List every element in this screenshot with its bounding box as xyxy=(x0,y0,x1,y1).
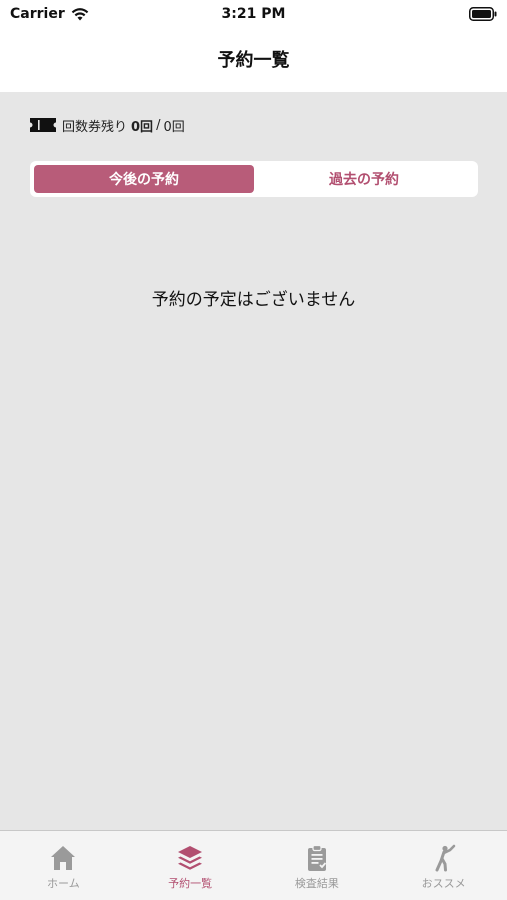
ticket-summary: 回数券残り 0回 / 0回 xyxy=(30,115,185,135)
tab-home[interactable]: ホーム xyxy=(0,831,127,900)
home-icon xyxy=(51,846,76,870)
ticket-remaining: 0回 xyxy=(131,119,154,135)
ticket-icon xyxy=(30,118,56,132)
tab-home-label: ホーム xyxy=(47,877,80,890)
tab-reservations[interactable]: 予約一覧 xyxy=(127,831,254,900)
clock: 3:21 PM xyxy=(221,6,286,22)
clipboard-icon xyxy=(307,844,327,871)
status-bar: Carrier 3:21 PM xyxy=(0,0,507,28)
reservation-segment-control: 今後の予約 過去の予約 xyxy=(30,161,478,197)
header: Carrier 3:21 PM 予約一覧 xyxy=(0,0,507,92)
ticket-separator: / xyxy=(156,117,161,133)
past-reservations-tab[interactable]: 過去の予約 xyxy=(254,165,474,193)
tab-recommended-label: おススメ xyxy=(421,877,466,890)
empty-state-message: 予約の予定はございません xyxy=(151,290,356,310)
battery-icon xyxy=(469,7,497,21)
tab-recommended[interactable]: おススメ xyxy=(380,831,507,900)
layers-icon xyxy=(178,846,203,870)
page-title: 予約一覧 xyxy=(217,50,290,71)
screen: Carrier 3:21 PM 予約一覧 回数券残り 0回 / 0回 今後の予約… xyxy=(0,0,507,900)
tab-reservations-label: 予約一覧 xyxy=(168,877,213,890)
ticket-total: 0回 xyxy=(163,119,185,135)
tab-test-results[interactable]: 検査結果 xyxy=(254,831,381,900)
stretching-person-icon xyxy=(435,844,455,872)
upcoming-reservations-tab[interactable]: 今後の予約 xyxy=(34,165,254,193)
tab-bar: ホーム 予約一覧 検査結果 おススメ xyxy=(0,830,507,900)
ticket-label: 回数券残り xyxy=(62,119,128,135)
tab-test-results-label: 検査結果 xyxy=(294,877,339,890)
